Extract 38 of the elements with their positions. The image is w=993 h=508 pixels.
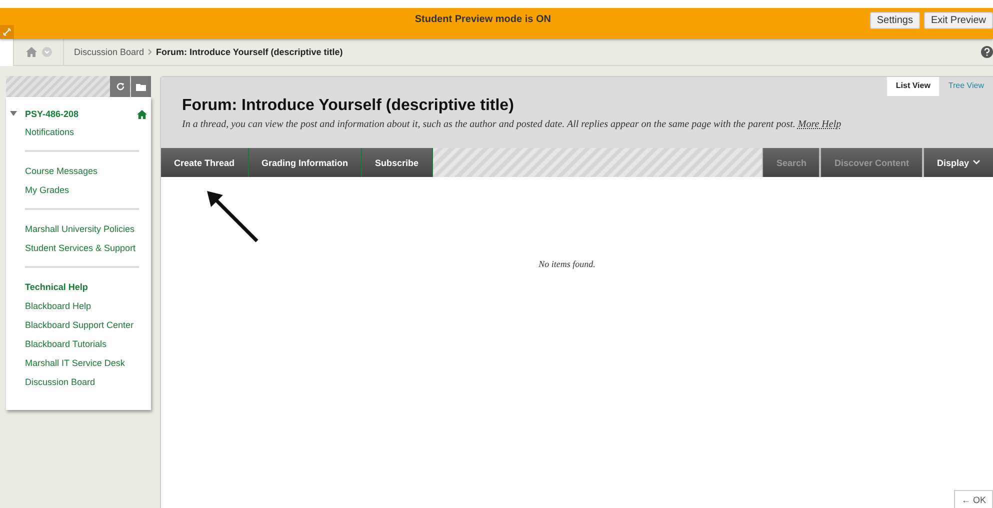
menu-link[interactable]: Marshall University Policies: [25, 220, 151, 239]
breadcrumb-item[interactable]: Discussion Board: [74, 47, 144, 57]
more-help-link[interactable]: More Help: [798, 119, 842, 130]
view-tab[interactable]: List View: [886, 77, 940, 96]
preview-message: Student Preview mode is ON: [414, 13, 552, 25]
chevron-icon: [148, 49, 152, 55]
caret-icon[interactable]: [10, 110, 17, 116]
breadcrumb-item: Forum: Introduce Yourself (descriptive title): [156, 47, 343, 57]
menu-link[interactable]: Discussion Board: [25, 373, 151, 392]
page-description: In a thread, you can view the post and information about it, such as the author and posted date. All replies appear on the same page with the parent post. More Help: [182, 119, 842, 130]
pointer-arrow: [205, 189, 259, 243]
action-button[interactable]: Grading Information: [248, 148, 362, 177]
menu-link[interactable]: Blackboard Support Center: [25, 316, 151, 335]
refresh-icon[interactable]: [110, 76, 130, 97]
menu-link[interactable]: Blackboard Tutorials: [25, 335, 151, 354]
menu-link[interactable]: Student Services & Support: [25, 239, 151, 258]
settings-button[interactable]: Settings: [870, 12, 920, 29]
folder-icon[interactable]: [131, 76, 151, 97]
home-icon[interactable]: [26, 47, 36, 57]
link-icon[interactable]: [0, 25, 14, 39]
help-icon[interactable]: [981, 46, 993, 58]
home-icon[interactable]: [137, 110, 147, 118]
menu-link[interactable]: Blackboard Help: [25, 297, 151, 316]
menu-link[interactable]: Course Messages: [25, 162, 151, 181]
ok-button[interactable]: ← OK: [954, 490, 993, 508]
action-button[interactable]: Create Thread: [161, 148, 249, 177]
page-title: Forum: Introduce Yourself (descriptive title): [182, 97, 515, 115]
chevron-icon: [973, 160, 980, 165]
action-button[interactable]: Subscribe: [362, 148, 433, 177]
menu-link[interactable]: Notifications: [25, 123, 151, 142]
view-tab[interactable]: Tree View: [939, 77, 993, 96]
empty-message: No items found.: [538, 259, 596, 269]
menu-heading: Technical Help: [25, 281, 89, 294]
exit-preview-button[interactable]: Exit Preview: [924, 12, 993, 29]
menu-link[interactable]: Marshall IT Service Desk: [25, 354, 151, 373]
menu-link[interactable]: My Grades: [25, 181, 151, 200]
display-menu-button[interactable]: Display: [922, 148, 993, 177]
course-title[interactable]: PSY-486-208: [25, 109, 137, 119]
